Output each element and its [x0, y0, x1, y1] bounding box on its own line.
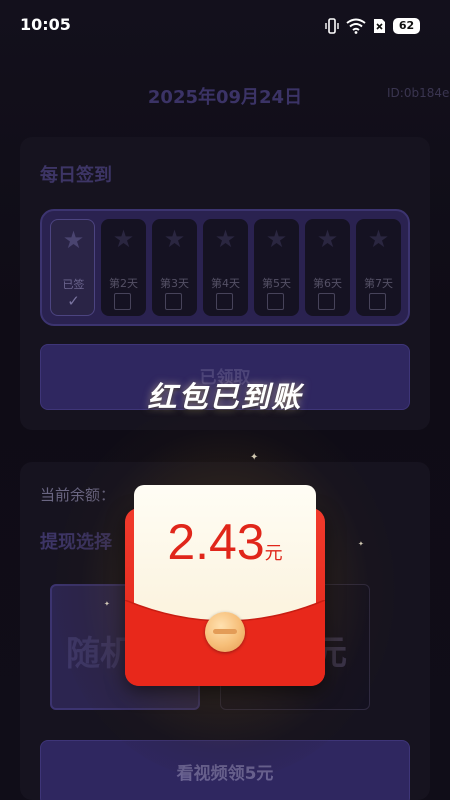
checkbox-icon	[216, 293, 233, 310]
checkbox-icon	[165, 293, 182, 310]
reward-amount-unit: 元	[264, 543, 283, 564]
sparkle-icon: ✦	[358, 540, 364, 548]
star-icon: ★	[214, 225, 237, 253]
reward-headline: 红包已到账	[147, 380, 303, 414]
day-tile-5[interactable]: ★ 第5天	[254, 219, 299, 316]
sparkle-icon: ✦	[104, 600, 110, 608]
reward-amount-value: 2.43	[167, 514, 265, 570]
star-icon: ★	[316, 225, 339, 253]
day-label: 第4天	[211, 277, 240, 290]
star-icon: ★	[112, 225, 135, 253]
day-label: 第2天	[109, 277, 138, 290]
star-icon: ★	[62, 226, 85, 254]
day-tile-3[interactable]: ★ 第3天	[152, 219, 197, 316]
star-icon: ★	[265, 225, 288, 253]
sparkle-icon: ✦	[250, 452, 259, 463]
day-label: 第6天	[313, 277, 342, 290]
checkin-title: 每日签到	[40, 165, 112, 186]
reward-amount: 2.43元	[134, 513, 316, 571]
day-label: 已签	[62, 278, 85, 291]
checkbox-icon	[267, 293, 284, 310]
checkmark-icon: ✓	[67, 292, 80, 310]
day-label: 第3天	[160, 277, 189, 290]
wifi-icon	[346, 18, 366, 34]
user-id: ID:0b184e	[387, 86, 450, 100]
checkbox-icon	[114, 293, 131, 310]
day-label: 第7天	[364, 277, 393, 290]
no-sim-icon	[374, 19, 385, 33]
vibrate-icon	[325, 18, 339, 34]
status-icons: 62	[325, 16, 420, 36]
day-tile-6[interactable]: ★ 第6天	[305, 219, 350, 316]
status-time: 10:05	[20, 15, 71, 34]
checkbox-icon	[318, 293, 335, 310]
star-icon: ★	[163, 225, 186, 253]
star-icon: ★	[367, 225, 390, 253]
screen: 10:05 62 2025年09月24日 ID:0b184e 每日签到 ★ 已签…	[0, 0, 450, 800]
day-tile-4[interactable]: ★ 第4天	[203, 219, 248, 316]
day-label: 第5天	[262, 277, 291, 290]
current-date: 2025年09月24日	[147, 87, 303, 108]
day-tile-7[interactable]: ★ 第7天	[356, 219, 401, 316]
checkin-days-panel: ★ 已签 ✓ ★ 第2天 ★ 第3天 ★ 第4天 ★ 第5天 ★ 第6天 ★ 第…	[40, 209, 410, 326]
status-bar: 10:05 62	[0, 0, 450, 50]
day-tile-2[interactable]: ★ 第2天	[101, 219, 146, 316]
red-packet-seal-icon[interactable]	[205, 612, 245, 652]
battery-indicator: 62	[393, 18, 420, 34]
checkbox-icon	[369, 293, 386, 310]
day-tile-1[interactable]: ★ 已签 ✓	[50, 219, 95, 316]
